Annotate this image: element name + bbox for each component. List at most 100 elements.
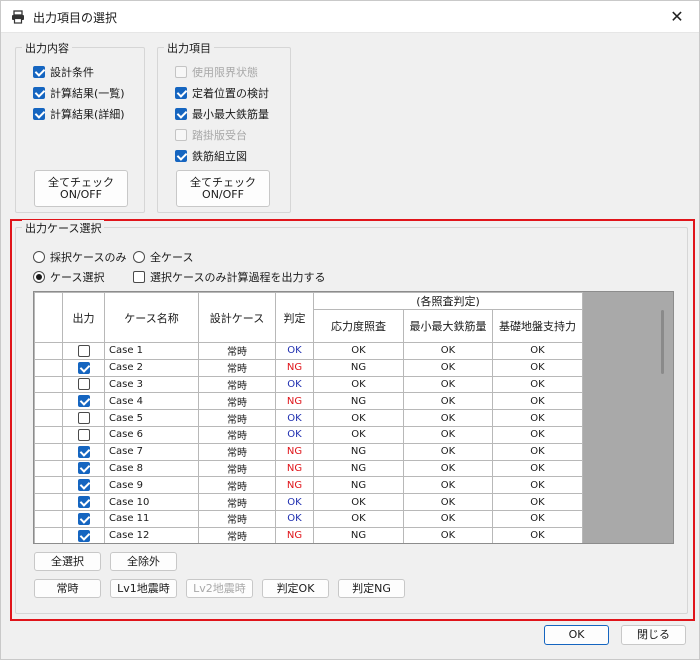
radio-icon[interactable] [33, 251, 45, 263]
checkbox-icon[interactable] [33, 108, 45, 120]
table-row[interactable]: Case 11 常時 OK OK OK OK [34, 509, 583, 528]
radio-icon[interactable] [133, 251, 145, 263]
row-checkbox[interactable] [77, 361, 90, 374]
filter-judge-ng-button[interactable]: 判定NG [338, 579, 405, 598]
table-row[interactable]: Case 6 常時 OK OK OK OK [34, 425, 583, 444]
checkbox-icon[interactable] [33, 66, 45, 78]
judgement-cell: OK [275, 342, 314, 360]
row-header-cell[interactable] [34, 392, 63, 411]
checkbox-design-conditions[interactable]: 設計条件 [33, 64, 94, 80]
radio-icon[interactable] [33, 271, 45, 283]
checkbox-icon[interactable] [175, 150, 187, 162]
row-header-cell[interactable] [34, 358, 63, 377]
checkbox-min-max-rebar[interactable]: 最小最大鉄筋量 [175, 106, 269, 122]
table-row[interactable]: Case 8 常時 NG NG OK OK [34, 459, 583, 478]
row-header-cell[interactable] [34, 409, 63, 427]
filter-lv2-button[interactable]: Lv2地震時 [186, 579, 253, 598]
checkbox-icon[interactable] [175, 87, 187, 99]
table-row[interactable]: Case 2 常時 NG NG OK OK [34, 358, 583, 377]
radio-all-cases[interactable]: 全ケース [133, 249, 193, 265]
filter-normal-button[interactable]: 常時 [34, 579, 101, 598]
stress-check-cell: OK [313, 375, 404, 394]
checkbox-icon[interactable] [133, 271, 145, 283]
output-checkbox-cell[interactable] [62, 476, 105, 495]
table-row[interactable]: Case 9 常時 NG NG OK OK [34, 476, 583, 495]
row-checkbox[interactable] [77, 395, 90, 408]
table-row[interactable]: Case 5 常時 OK OK OK OK [34, 409, 583, 427]
table-row[interactable]: Case 7 常時 NG NG OK OK [34, 442, 583, 461]
checkbox-icon[interactable] [175, 129, 187, 141]
table-row[interactable]: Case 10 常時 OK OK OK OK [34, 493, 583, 511]
output-checkbox-cell[interactable] [62, 425, 105, 444]
row-header-cell[interactable] [34, 459, 63, 478]
toggle-all-content-button[interactable]: 全てチェック ON/OFF [34, 170, 128, 207]
row-header-corner [34, 292, 63, 343]
row-header-cell[interactable] [34, 442, 63, 461]
output-checkbox-cell[interactable] [62, 358, 105, 377]
ok-button[interactable]: OK [544, 625, 609, 645]
deselect-all-button[interactable]: 全除外 [110, 552, 177, 571]
checkbox-rebar-assembly[interactable]: 鉄筋組立図 [175, 148, 247, 164]
row-checkbox[interactable] [77, 512, 90, 525]
row-checkbox[interactable] [77, 479, 90, 492]
output-checkbox-cell[interactable] [62, 459, 105, 478]
row-checkbox[interactable] [77, 462, 90, 475]
filter-lv1-button[interactable]: Lv1地震時 [110, 579, 177, 598]
row-checkbox[interactable] [77, 496, 90, 509]
design-case-cell: 常時 [198, 358, 276, 377]
row-checkbox[interactable] [77, 412, 90, 425]
output-checkbox-cell[interactable] [62, 442, 105, 461]
column-header-stress[interactable]: 応力度照査 [313, 309, 404, 343]
close-button[interactable]: 閉じる [621, 625, 686, 645]
printer-icon [12, 10, 24, 24]
vertical-scrollbar[interactable] [661, 310, 664, 374]
radio-adopted-cases[interactable]: 採択ケースのみ [33, 249, 126, 265]
column-header-case-name[interactable]: ケース名称 [104, 292, 199, 343]
select-all-button[interactable]: 全選択 [34, 552, 101, 571]
column-header-output[interactable]: 出力 [62, 292, 105, 343]
row-header-cell[interactable] [34, 375, 63, 394]
column-header-rebar[interactable]: 最小最大鉄筋量 [403, 309, 493, 343]
row-checkbox[interactable] [77, 378, 90, 391]
row-header-cell[interactable] [34, 509, 63, 528]
checkbox-icon[interactable] [33, 87, 45, 99]
checkbox-approach-slab-seat[interactable]: 踏掛版受台 [175, 127, 247, 143]
column-header-judgement[interactable]: 判定 [275, 292, 314, 343]
checkbox-icon[interactable] [175, 108, 187, 120]
row-header-cell[interactable] [34, 526, 63, 543]
close-icon[interactable]: ✕ [655, 1, 699, 32]
table-row[interactable]: Case 3 常時 OK OK OK OK [34, 375, 583, 394]
output-checkbox-cell[interactable] [62, 342, 105, 360]
stress-check-cell: NG [313, 392, 404, 411]
row-header-cell[interactable] [34, 493, 63, 511]
output-checkbox-cell[interactable] [62, 509, 105, 528]
row-header-cell[interactable] [34, 425, 63, 444]
checkbox-icon[interactable] [175, 66, 187, 78]
table-row[interactable]: Case 4 常時 NG NG OK OK [34, 392, 583, 411]
output-checkbox-cell[interactable] [62, 409, 105, 427]
stress-check-cell: NG [313, 358, 404, 377]
column-header-design-case[interactable]: 設計ケース [198, 292, 276, 343]
output-checkbox-cell[interactable] [62, 526, 105, 543]
checkbox-calc-process[interactable]: 選択ケースのみ計算過程を出力する [133, 269, 325, 285]
table-row[interactable]: Case 1 常時 OK OK OK OK [34, 342, 583, 360]
output-checkbox-cell[interactable] [62, 493, 105, 511]
row-checkbox[interactable] [77, 445, 90, 458]
checkbox-label: 定着位置の検討 [192, 87, 269, 100]
filter-judge-ok-button[interactable]: 判定OK [262, 579, 329, 598]
row-header-cell[interactable] [34, 476, 63, 495]
row-checkbox[interactable] [77, 344, 90, 357]
radio-case-selection[interactable]: ケース選択 [33, 269, 104, 285]
checkbox-anchorage[interactable]: 定着位置の検討 [175, 85, 269, 101]
table-row[interactable]: Case 12 常時 NG NG OK OK [34, 526, 583, 543]
toggle-all-items-button[interactable]: 全てチェック ON/OFF [176, 170, 270, 207]
row-checkbox[interactable] [77, 529, 90, 542]
checkbox-serviceability[interactable]: 使用限界状態 [175, 64, 258, 80]
column-header-foundation[interactable]: 基礎地盤支持力 [492, 309, 583, 343]
output-checkbox-cell[interactable] [62, 375, 105, 394]
row-header-cell[interactable] [34, 342, 63, 360]
checkbox-results-list[interactable]: 計算結果(一覧) [33, 85, 125, 101]
output-checkbox-cell[interactable] [62, 392, 105, 411]
row-checkbox[interactable] [77, 428, 90, 441]
checkbox-results-detail[interactable]: 計算結果(詳細) [33, 106, 125, 122]
